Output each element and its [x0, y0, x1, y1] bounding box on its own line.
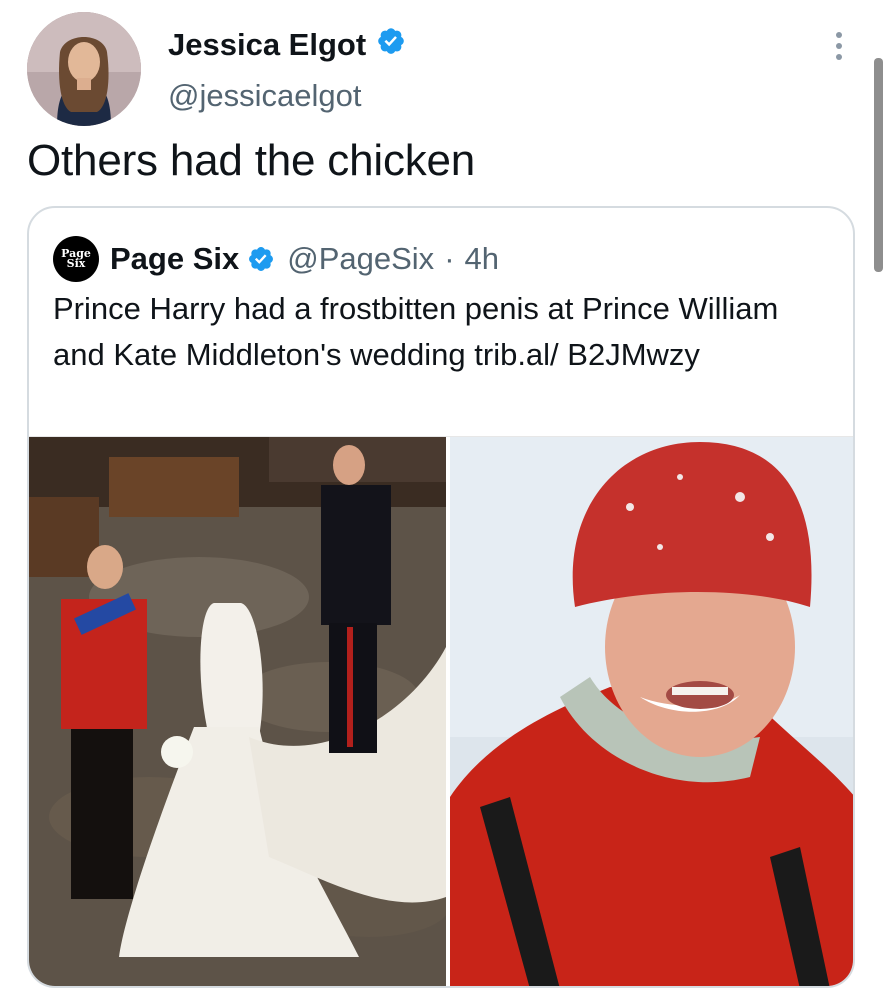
author-avatar[interactable]	[27, 12, 141, 126]
wedding-photo-image	[29, 437, 446, 986]
quoted-author-handle[interactable]: @PageSix	[287, 241, 434, 277]
wedding-photo[interactable]	[29, 437, 446, 986]
quoted-tweet-card[interactable]: Page Six Page Six @PageSix · 4h Prince H…	[27, 206, 855, 988]
quoted-tweet-media[interactable]	[29, 436, 853, 986]
quoted-tweet-time[interactable]: 4h	[465, 241, 499, 277]
author-name-row[interactable]: Jessica Elgot	[168, 26, 406, 64]
page-six-logo[interactable]: Page Six	[53, 236, 99, 282]
author-handle[interactable]: @jessicaelgot	[168, 78, 361, 114]
author-name[interactable]: Jessica Elgot	[168, 27, 366, 63]
red-hat-photo[interactable]	[450, 437, 853, 986]
more-dot	[836, 54, 842, 60]
quoted-author-name[interactable]: Page Six	[110, 241, 239, 277]
tweet-text: Others had the chicken	[27, 136, 476, 185]
red-hat-photo-image	[450, 437, 853, 986]
more-dot	[836, 43, 842, 49]
logo-text-line2: Six	[66, 257, 86, 270]
quoted-tweet-text: Prince Harry had a frostbitten penis at …	[53, 291, 779, 372]
more-vertical-icon[interactable]	[826, 28, 852, 64]
author-avatar-image	[27, 12, 141, 126]
separator-dot: ·	[444, 241, 455, 276]
quoted-tweet-header: Page Six Page Six @PageSix · 4h	[53, 236, 499, 282]
scrollbar[interactable]	[874, 58, 883, 272]
more-dot	[836, 32, 842, 38]
verified-badge-icon	[247, 245, 275, 273]
verified-badge-icon	[376, 26, 406, 64]
